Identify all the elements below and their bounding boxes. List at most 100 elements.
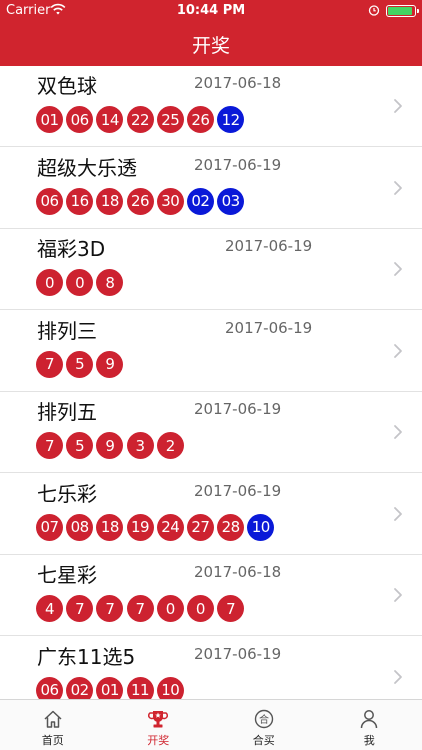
lottery-list[interactable]: 双色球 2017-06-18 01 06 14 22 25 26 12 超级大乐透 2017-06-… — [0, 66, 422, 699]
tab-2[interactable]: 合合买 — [211, 700, 317, 750]
red-ball: 7 — [126, 595, 154, 622]
ball-group: 06 16 18 26 30 02 03 — [36, 187, 247, 215]
red-ball: 9 — [96, 350, 124, 378]
lottery-name: 广东11选5 — [37, 644, 136, 669]
ball-group: 759 — [36, 350, 127, 378]
person-icon — [361, 710, 378, 729]
red-ball: 16 — [66, 187, 94, 215]
red-ball: 3 — [126, 432, 154, 459]
tab-bar: 首页 开奖合合买我 — [0, 699, 422, 750]
chevron-right-icon — [394, 506, 402, 521]
home-icon — [44, 710, 62, 728]
red-ball: 5 — [66, 350, 94, 378]
lottery-row[interactable]: 七星彩 2017-06-18 4 7 7 7 0 0 7 — [0, 555, 422, 636]
draw-date: 2017-06-19 — [194, 644, 282, 663]
status-bar: Carrier 10:44 PM — [0, 0, 422, 22]
draw-date: 2017-06-18 — [194, 563, 282, 581]
chevron-right-icon — [394, 425, 402, 439]
red-ball: 24 — [156, 513, 184, 541]
red-ball: 06 — [66, 106, 94, 133]
trophy-icon — [148, 711, 169, 728]
lottery-row[interactable]: 广东11选5 2017-06-19 06 02 01 11 10 — [0, 636, 422, 699]
ball-group: 4777007 — [36, 595, 247, 622]
tab-label: 我 — [363, 734, 375, 747]
chevron-right-icon — [394, 180, 402, 195]
red-ball: 26 — [126, 187, 154, 215]
lottery-row[interactable]: 双色球 2017-06-18 01 06 14 22 25 26 12 — [0, 66, 422, 147]
red-ball: 5 — [66, 432, 94, 459]
red-ball: 10 — [156, 676, 184, 699]
red-ball: 30 — [156, 187, 184, 215]
ball-group: 01 06 14 22 25 26 12 — [36, 106, 247, 133]
red-ball: 22 — [126, 106, 154, 133]
lottery-row[interactable]: 排列五 2017-06-19 7 5 9 3 2 — [0, 392, 422, 473]
blue-ball: 10 — [247, 513, 275, 541]
red-ball: 08 — [66, 513, 94, 541]
lottery-name: 双色球 — [37, 74, 97, 98]
lottery-row[interactable]: 超级大乐透 2017-06-19 06 16 18 26 30 02 03 — [0, 147, 422, 229]
red-ball: 2 — [156, 432, 184, 459]
red-ball: 27 — [186, 513, 214, 541]
draw-date: 2017-06-19 — [225, 237, 313, 255]
red-ball: 02 — [66, 676, 94, 699]
lottery-name: 超级大乐透 — [37, 155, 137, 180]
red-ball: 07 — [36, 513, 63, 541]
chevron-right-icon — [394, 343, 402, 358]
lottery-name: 福彩3D — [37, 237, 106, 261]
red-ball: 14 — [96, 106, 124, 133]
chevron-right-icon — [394, 99, 402, 113]
blue-ball: 03 — [217, 187, 245, 215]
red-ball: 18 — [96, 513, 124, 541]
draw-date: 2017-06-19 — [194, 155, 282, 174]
tab-0[interactable]: 首页 — [0, 700, 106, 750]
tab-3[interactable]: 我 — [317, 700, 422, 750]
red-ball: 7 — [217, 595, 245, 622]
lottery-name: 七乐彩 — [37, 481, 97, 506]
red-ball: 11 — [126, 676, 154, 699]
blue-ball: 02 — [186, 187, 214, 215]
lottery-row[interactable]: 七乐彩 2017-06-19 07 08 18 19 24 27 28 10 — [0, 473, 422, 555]
tab-1[interactable]: 开奖 — [106, 700, 212, 750]
group-buy-icon: 合 — [254, 709, 273, 729]
red-ball: 01 — [96, 676, 124, 699]
red-ball: 7 — [36, 350, 63, 378]
battery-icon — [386, 5, 419, 17]
alarm-icon — [368, 5, 380, 16]
red-ball: 4 — [36, 595, 63, 622]
lottery-row[interactable]: 排列三 2017-06-19 7 5 9 — [0, 310, 422, 392]
draw-date: 2017-06-18 — [194, 74, 282, 92]
red-ball: 0 — [66, 269, 94, 296]
chevron-right-icon — [394, 262, 402, 276]
red-ball: 25 — [156, 106, 184, 133]
chevron-right-icon — [394, 588, 402, 602]
ball-group: 008 — [36, 269, 127, 296]
ball-group: 07 08 18 19 24 27 28 10 — [36, 513, 278, 541]
red-ball: 7 — [66, 595, 94, 622]
red-ball: 06 — [36, 676, 63, 699]
clock: 10:44 PM — [176, 3, 246, 18]
red-ball: 0 — [36, 269, 63, 296]
red-ball: 18 — [96, 187, 124, 215]
ball-group: 75932 — [36, 432, 187, 459]
nav-bar: 开奖 — [0, 22, 422, 66]
page-title: 开奖 — [191, 34, 230, 57]
chevron-right-icon — [394, 669, 402, 684]
svg-text:合: 合 — [259, 713, 269, 726]
tab-label: 首页 — [41, 734, 64, 747]
red-ball: 9 — [96, 432, 124, 459]
red-ball: 0 — [156, 595, 184, 622]
red-ball: 01 — [36, 106, 63, 133]
lottery-name: 排列五 — [37, 400, 97, 424]
lottery-name: 排列三 — [37, 318, 97, 343]
draw-date: 2017-06-19 — [194, 481, 282, 500]
red-ball: 0 — [186, 595, 214, 622]
tab-label: 合买 — [252, 734, 275, 747]
ball-group: 06 02 01 11 10 — [36, 676, 187, 699]
blue-ball: 12 — [217, 106, 245, 133]
red-ball: 06 — [36, 187, 63, 215]
red-ball: 8 — [96, 269, 124, 296]
lottery-row[interactable]: 福彩3D 2017-06-19 0 0 8 — [0, 229, 422, 310]
red-ball: 28 — [217, 513, 245, 541]
draw-date: 2017-06-19 — [225, 318, 313, 337]
red-ball: 26 — [186, 106, 214, 133]
